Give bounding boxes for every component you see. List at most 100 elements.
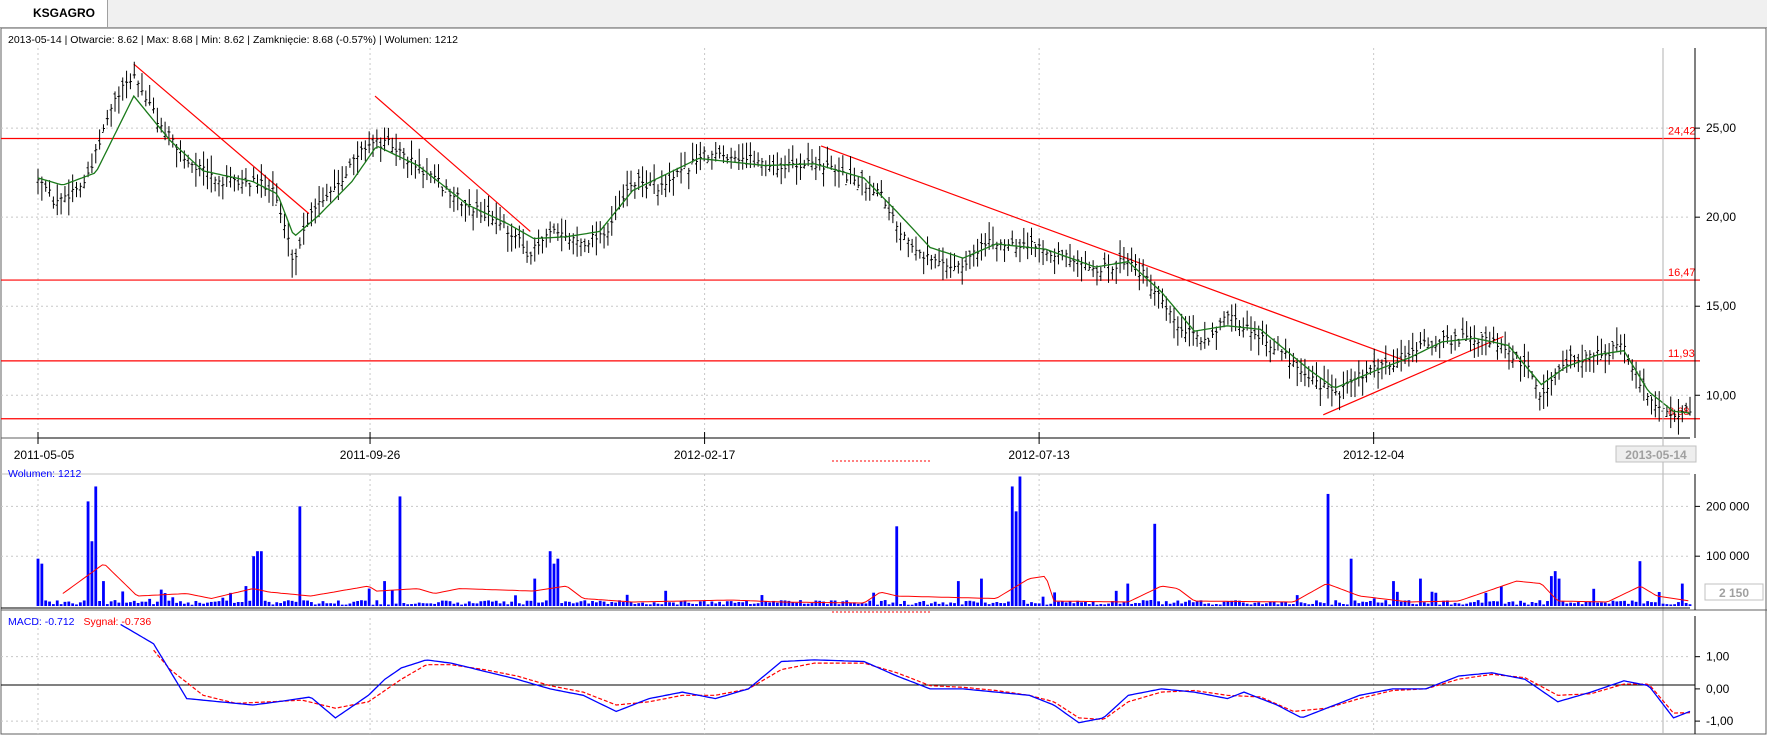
- volume-bar: [1288, 604, 1291, 606]
- volume-bar: [1657, 591, 1661, 606]
- volume-bar: [437, 602, 440, 606]
- volume-bar: [1265, 603, 1268, 606]
- volume-bar: [1392, 581, 1395, 606]
- signal-title: Sygnał: -0.736: [83, 616, 151, 628]
- volume-bar: [1126, 583, 1130, 606]
- volume-bar: [1214, 603, 1218, 606]
- volume-bar: [1680, 583, 1684, 606]
- volume-bar: [1600, 602, 1603, 606]
- volume-bar: [1542, 604, 1546, 606]
- volume-bar: [802, 603, 806, 606]
- volume-bar: [125, 602, 128, 606]
- volume-bar: [991, 602, 995, 606]
- volume-bar: [675, 604, 679, 606]
- volume-bar: [317, 603, 321, 606]
- support-level-label: 11,93: [1668, 348, 1695, 360]
- volume-bar: [244, 586, 248, 606]
- volume-bar: [506, 604, 510, 606]
- volume-bar: [352, 601, 356, 606]
- volume-ytick-label: 200 000: [1706, 499, 1750, 513]
- tab-ksgagro[interactable]: KSGAGRO: [0, 0, 108, 27]
- volume-bar: [464, 603, 467, 606]
- volume-bar: [1211, 604, 1214, 606]
- volume-bar: [1022, 600, 1026, 606]
- volume-bar: [1457, 603, 1461, 606]
- volume-bar: [483, 600, 487, 606]
- volume-bar: [960, 604, 964, 606]
- volume-bar: [668, 602, 671, 606]
- volume-bar: [1399, 601, 1403, 606]
- volume-bar: [995, 601, 999, 606]
- volume-bar: [171, 597, 175, 606]
- volume-bar: [1218, 604, 1222, 606]
- volume-bar: [1476, 600, 1480, 606]
- volume-bar: [1026, 603, 1030, 606]
- volume-bar: [818, 600, 822, 606]
- volume-bar: [806, 603, 810, 606]
- volume-bar: [891, 602, 895, 606]
- volume-bar: [413, 603, 417, 606]
- volume-bar: [864, 603, 868, 606]
- volume-bar: [1546, 601, 1549, 606]
- volume-bar: [194, 600, 198, 606]
- price-ytick-label: 25,00: [1706, 121, 1736, 135]
- volume-bar: [1153, 523, 1157, 606]
- volume-bar: [1526, 604, 1530, 606]
- volume-bar: [1164, 601, 1168, 606]
- volume-bar: [560, 603, 564, 606]
- volume-bar: [1041, 596, 1045, 606]
- volume-bar: [102, 581, 105, 606]
- volume-bar: [868, 600, 872, 606]
- volume-bar: [899, 604, 902, 606]
- volume-bar: [1503, 603, 1507, 606]
- last-date-label: 2013-05-14: [1625, 448, 1687, 462]
- volume-bar: [1499, 586, 1503, 606]
- volume-bar: [186, 602, 190, 606]
- volume-bar: [826, 604, 829, 606]
- volume-bar: [1191, 602, 1195, 606]
- volume-bar: [1488, 601, 1492, 606]
- volume-bar: [310, 602, 313, 606]
- volume-bar: [321, 601, 325, 606]
- volume-bar: [387, 604, 390, 606]
- volume-bar: [941, 602, 945, 606]
- volume-bar: [1184, 601, 1187, 606]
- volume-bar: [1261, 604, 1264, 606]
- volume-bar: [956, 581, 960, 606]
- volume-bar: [198, 602, 202, 606]
- volume-bar: [745, 600, 748, 606]
- volume-bar: [929, 603, 933, 606]
- volume-bar: [552, 563, 556, 606]
- volume-bar: [167, 600, 171, 606]
- volume-bar: [1114, 590, 1118, 606]
- price-ytick-label: 15,00: [1706, 299, 1736, 313]
- volume-bar: [121, 591, 125, 606]
- volume-bar: [691, 603, 695, 606]
- volume-bar: [568, 601, 571, 606]
- volume-bar: [648, 604, 652, 606]
- volume-bar: [702, 601, 706, 606]
- volume-bar: [1422, 602, 1426, 606]
- volume-bar: [1496, 601, 1499, 606]
- volume-bar: [1241, 602, 1245, 606]
- volume-bar: [679, 601, 683, 606]
- volume-bar: [729, 601, 733, 606]
- volume-bar: [810, 603, 814, 606]
- volume-bar: [325, 603, 329, 606]
- volume-bar: [182, 603, 186, 606]
- volume-bar: [383, 581, 386, 606]
- volume-bar: [1573, 603, 1576, 606]
- volume-bar: [94, 486, 98, 606]
- volume-bar: [209, 601, 213, 606]
- volume-bar: [671, 602, 675, 606]
- volume-bar: [479, 601, 483, 606]
- volume-bar: [1365, 602, 1368, 606]
- volume-bar: [1257, 602, 1261, 606]
- volume-bar: [1538, 600, 1542, 606]
- volume-bar: [1449, 604, 1453, 606]
- volume-bar: [98, 601, 102, 606]
- volume-bar: [148, 598, 152, 606]
- volume-bar: [1072, 603, 1076, 606]
- volume-bar: [1045, 604, 1049, 606]
- date-tick-label: 2012-02-17: [674, 448, 736, 462]
